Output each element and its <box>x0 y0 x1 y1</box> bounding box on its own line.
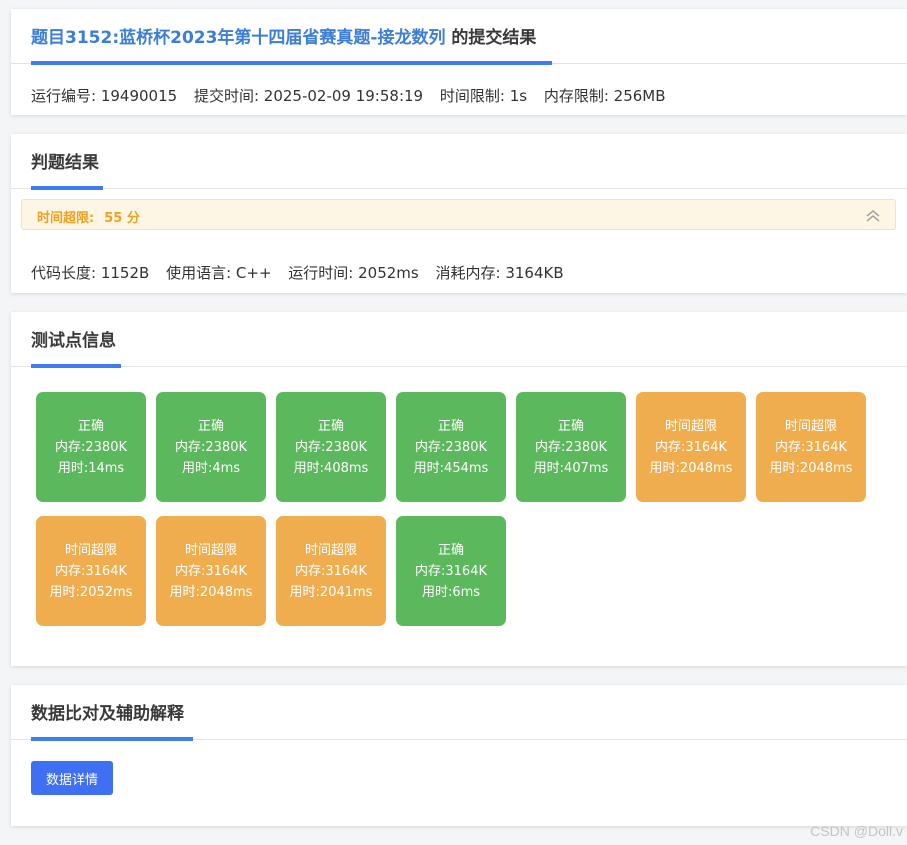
test-status: 时间超限 <box>184 542 237 558</box>
title-underline <box>31 364 121 368</box>
test-time: 用时:2048ms <box>649 460 733 476</box>
test-case-3[interactable]: 正确内存:2380K 用时:408ms <box>276 392 386 502</box>
verdict-text: 时间超限: 55 分 <box>37 207 140 226</box>
title-underline <box>31 186 103 190</box>
title-underline <box>31 61 552 65</box>
test-memory: 内存:2380K <box>415 439 487 455</box>
memory-used: 消耗内存: 3164KB <box>435 264 564 282</box>
test-memory: 内存:3164K <box>175 563 247 579</box>
run-id: 运行编号: 19490015 <box>31 87 178 105</box>
page-title: 题目3152:蓝桥杯2023年第十四届省赛真题-接龙数列 的提交结果 <box>31 23 536 48</box>
test-time: 用时:4ms <box>181 460 241 476</box>
test-case-10[interactable]: 时间超限内存:3164K 用时:2041ms <box>276 516 386 626</box>
test-case-8[interactable]: 时间超限内存:3164K 用时:2052ms <box>36 516 146 626</box>
test-time: 用时:2048ms <box>769 460 853 476</box>
test-memory: 内存:2380K <box>175 439 247 455</box>
test-memory: 内存:2380K <box>295 439 367 455</box>
test-memory: 内存:3164K <box>775 439 847 455</box>
test-time: 用时:454ms <box>413 460 489 476</box>
test-memory: 内存:2380K <box>55 439 127 455</box>
test-case-7[interactable]: 时间超限内存:3164K 用时:2048ms <box>756 392 866 502</box>
section-title: 数据比对及辅助解释 <box>31 704 184 724</box>
test-time: 用时:14ms <box>57 460 125 476</box>
test-time: 用时:2048ms <box>169 584 253 600</box>
test-case-4[interactable]: 正确内存:2380K 用时:454ms <box>396 392 506 502</box>
section-title: 测试点信息 <box>31 331 116 351</box>
test-points-card: 测试点信息 正确 内存:2380K 用时:14ms 正确 内存:2380K 用时:4ms 正… <box>11 312 907 666</box>
problem-link[interactable]: 题目3152:蓝桥杯2023年第十四届省赛真题-接龙数列 <box>31 28 445 48</box>
test-status: 时间超限 <box>664 418 717 434</box>
submission-header: 题目3152:蓝桥杯2023年第十四届省赛真题-接龙数列 的提交结果 <box>11 9 907 65</box>
test-memory: 内存:3164K <box>295 563 367 579</box>
test-memory: 内存:3164K <box>55 563 127 579</box>
test-time: 用时:407ms <box>533 460 609 476</box>
test-case-1[interactable]: 正确内存:2380K 用时:14ms <box>36 392 146 502</box>
verdict-label: 时间超限: <box>37 211 95 226</box>
watermark: CSDN @Doll.v <box>810 823 903 839</box>
test-case-5[interactable]: 正确内存:2380K 用时:407ms <box>516 392 626 502</box>
test-status: 时间超限 <box>784 418 837 434</box>
judge-stats: 代码长度: 1152B 使用语言: C++ 运行时间: 2052ms 消耗内存:… <box>31 262 576 283</box>
test-time: 用时:2052ms <box>49 584 133 600</box>
test-memory: 内存:3164K <box>655 439 727 455</box>
submission-header-card: 题目3152:蓝桥杯2023年第十四届省赛真题-接龙数列 的提交结果 运行编号:… <box>11 9 907 115</box>
test-case-6[interactable]: 时间超限内存:3164K 用时:2048ms <box>636 392 746 502</box>
test-status: 正确 <box>557 418 584 434</box>
code-length: 代码长度: 1152B <box>31 264 150 282</box>
run-time: 运行时间: 2052ms <box>288 264 419 282</box>
judge-result-card: 判题结果 时间超限: 55 分 代码长度: 1152B 使用语言: C++ 运行时… <box>11 134 907 293</box>
verdict-bar[interactable]: 时间超限: 55 分 <box>21 199 896 230</box>
time-limit: 时间限制: 1s <box>439 87 528 105</box>
test-status: 正确 <box>437 542 464 558</box>
test-status: 正确 <box>437 418 464 434</box>
test-status: 正确 <box>197 418 224 434</box>
test-time: 用时:408ms <box>293 460 369 476</box>
test-time: 用时:6ms <box>421 584 481 600</box>
title-underline <box>31 737 193 741</box>
test-status: 正确 <box>77 418 104 434</box>
language: 使用语言: C++ <box>166 264 272 282</box>
section-title: 判题结果 <box>31 153 99 173</box>
test-points-header: 测试点信息 <box>11 312 907 368</box>
memory-limit: 内存限制: 256MB <box>543 87 666 105</box>
submission-meta: 运行编号: 19490015 提交时间: 2025-02-09 19:58:19… <box>31 85 678 106</box>
test-case-11[interactable]: 正确内存:3164K 用时:6ms <box>396 516 506 626</box>
submit-time: 提交时间: 2025-02-09 19:58:19 <box>193 87 424 105</box>
test-case-2[interactable]: 正确内存:2380K 用时:4ms <box>156 392 266 502</box>
title-suffix: 的提交结果 <box>445 28 537 48</box>
test-status: 正确 <box>317 418 344 434</box>
score: 55 分 <box>104 211 140 226</box>
data-compare-header: 数据比对及辅助解释 <box>11 685 907 741</box>
data-detail-button[interactable]: 数据详情 <box>31 761 113 795</box>
test-status: 时间超限 <box>64 542 117 558</box>
test-memory: 内存:2380K <box>535 439 607 455</box>
test-memory: 内存:3164K <box>415 563 487 579</box>
test-status: 时间超限 <box>304 542 357 558</box>
data-compare-card: 数据比对及辅助解释 数据详情 <box>11 685 907 826</box>
judge-result-header: 判题结果 <box>11 134 907 190</box>
test-time: 用时:2041ms <box>289 584 373 600</box>
double-chevron-up-icon[interactable] <box>865 209 881 223</box>
test-case-9[interactable]: 时间超限内存:3164K 用时:2048ms <box>156 516 266 626</box>
